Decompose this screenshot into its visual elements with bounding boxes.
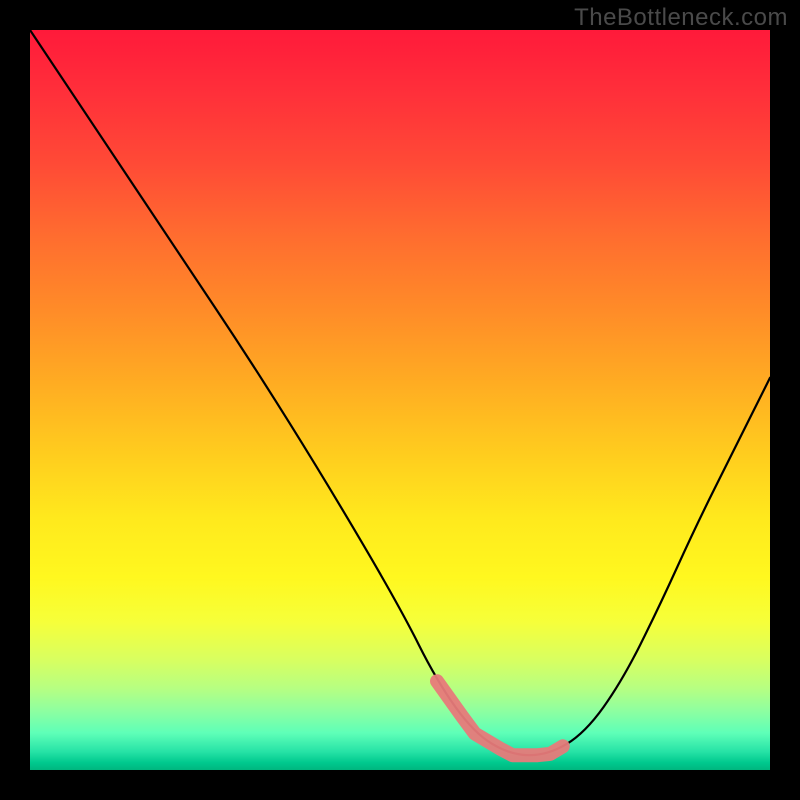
sweet-spot-highlight bbox=[437, 681, 563, 755]
watermark-text: TheBottleneck.com bbox=[574, 4, 788, 32]
plot-area bbox=[30, 30, 770, 770]
chart-svg bbox=[30, 30, 770, 770]
bottleneck-curve bbox=[30, 30, 770, 755]
